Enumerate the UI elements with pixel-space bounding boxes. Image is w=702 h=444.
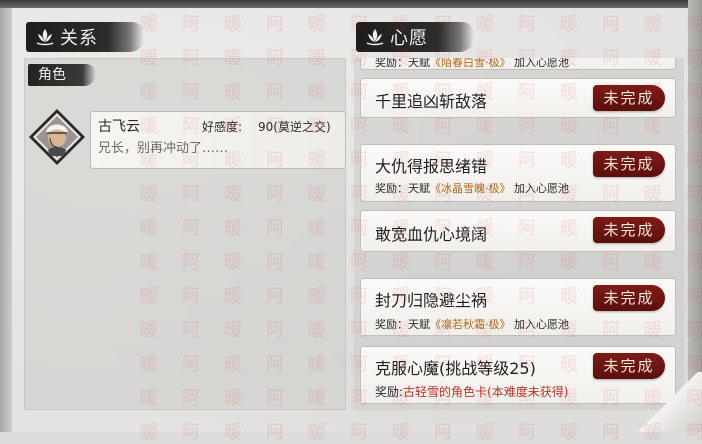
wish-reward-partial: 奖励：天赋《陌春白雪·极》 加入心愿池 (375, 58, 569, 69)
right-frame-edge (688, 0, 702, 432)
relationship-title: 关系 (60, 28, 98, 49)
status-incomplete-button[interactable]: 未完成 (593, 151, 665, 177)
wish-title-text: 千里追凶斩敌落 (375, 92, 488, 111)
wish-card[interactable]: 克服心魔(挑战等级25) 奖励:古轻雪的角色卡(本难度未获得) 未完成 (360, 346, 676, 404)
character-quote: 兄长，别再冲动了…… (98, 141, 229, 156)
favor-label: 好感度: (202, 120, 243, 134)
relationship-header: 关系 (26, 20, 144, 54)
wish-card[interactable]: 大仇得报思绪错 奖励：天赋《冰晶雪魄·极》 加入心愿池 未完成 (360, 144, 676, 202)
wish-title-text: 大仇得报思绪错 (375, 157, 488, 176)
wish-title-text: 克服心魔(挑战等级25) (375, 359, 536, 378)
character-portrait-avatar[interactable] (28, 108, 86, 166)
status-incomplete-button[interactable]: 未完成 (593, 217, 665, 243)
character-name: 古飞云 (98, 119, 140, 135)
wish-card[interactable]: 封刀归隐避尘祸 奖励：天赋《凛若秋霜·极》 加入心愿池 未完成 (360, 278, 676, 336)
wish-title-text: 封刀归隐避尘祸 (375, 291, 488, 310)
top-frame-edge (0, 0, 702, 8)
wish-card[interactable]: 千里追凶斩敌落 未完成 (360, 78, 676, 118)
favor-value: 90(莫逆之交) (258, 120, 331, 134)
wish-title: 心愿 (390, 28, 428, 49)
wish-reward: 奖励：天赋《冰晶雪魄·极》 加入心愿池 (375, 182, 569, 195)
wish-card-partial[interactable]: 奖励：天赋《陌春白雪·极》 加入心愿池 (360, 58, 676, 70)
status-incomplete-button[interactable]: 未完成 (593, 285, 665, 311)
wish-header: 心愿 (356, 20, 474, 54)
wish-reward: 奖励：天赋《凛若秋霜·极》 加入心愿池 (375, 318, 569, 331)
wish-title-text: 敢宽血仇心境阔 (375, 225, 488, 244)
role-tab[interactable]: 角色 (28, 64, 96, 86)
lotus-icon (36, 29, 54, 46)
left-frame-edge (0, 0, 12, 432)
wish-reward: 奖励:古轻雪的角色卡(本难度未获得) (375, 385, 569, 399)
wish-card[interactable]: 敢宽血仇心境阔 未完成 (360, 210, 676, 252)
wish-list-panel[interactable]: 奖励：天赋《陌春白雪·极》 加入心愿池 千里追凶斩敌落 未完成 大仇得报思绪错 … (354, 58, 684, 410)
page-corner-fold (632, 372, 702, 432)
lotus-icon (366, 29, 384, 46)
status-incomplete-button[interactable]: 未完成 (593, 85, 665, 111)
